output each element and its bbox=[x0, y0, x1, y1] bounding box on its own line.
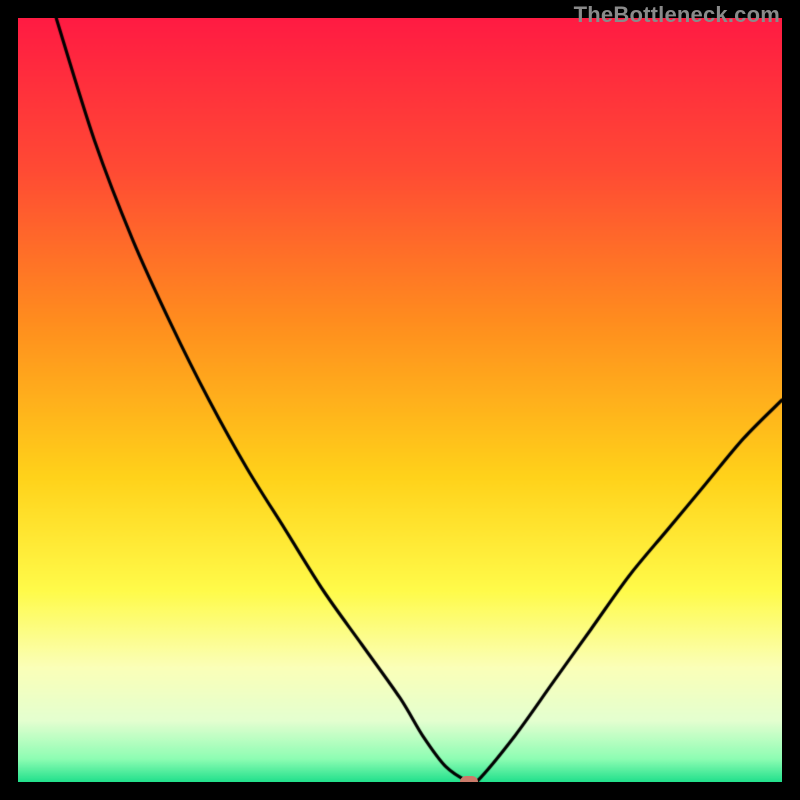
bottleneck-curve bbox=[18, 18, 782, 782]
chart-frame: TheBottleneck.com bbox=[0, 0, 800, 800]
optimal-point-marker bbox=[460, 776, 478, 782]
plot-area bbox=[18, 18, 782, 782]
watermark-text: TheBottleneck.com bbox=[574, 2, 780, 28]
